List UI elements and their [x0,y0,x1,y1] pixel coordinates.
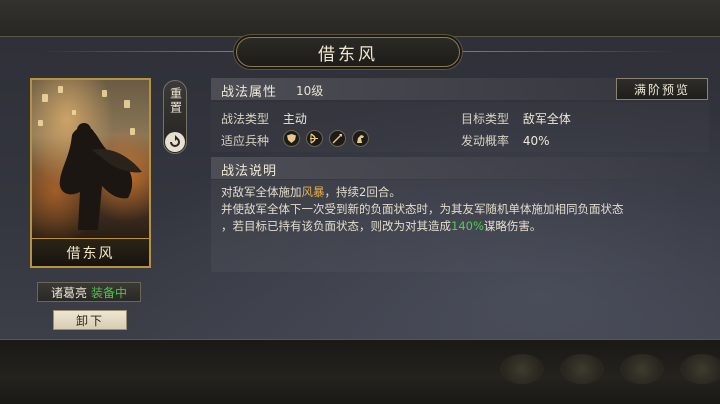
target-type-row: 目标类型 敌军全体 [461,110,571,127]
trigger-rate-label: 发动概率 [461,134,510,148]
description-header: 战法说明 [211,157,709,179]
trigger-rate-row: 发动概率 40% [461,132,550,149]
background-bottom [0,340,720,404]
reset-label: 重置 [168,87,183,115]
general-name: 诸葛亮 [50,285,87,300]
description-text: 对敌军全体施加 [221,185,302,199]
target-type-label: 目标类型 [461,112,510,126]
skill-card-name-band: 借东风 [32,238,149,266]
troop-type-label: 适应兵种 [221,134,270,148]
shield-icon [283,130,300,147]
damage-percent: 140% [451,219,484,233]
description-line: 对敌军全体施加风暴，持续2回合。 [221,184,711,201]
background-item [560,354,604,384]
title-plaque: 借东风 [236,37,460,67]
trigger-rate-value: 40% [522,134,550,148]
reset-arrow-icon [165,132,185,152]
background-item [620,354,664,384]
skill-card-name: 借东风 [66,245,115,262]
description-text: ，持续2回合。 [324,185,401,199]
description-text: 谋略伤害。 [483,219,542,233]
description-title: 战法说明 [221,164,278,179]
horse-icon [352,130,369,147]
description-line: 并使敌军全体下一次受到新的负面状态时，为其友军随机单体施加相同负面状态 [221,202,624,216]
description-line: ，若目标已持有该负面状态，则改为对其造成140%谋略伤害。 [221,218,711,235]
background-item [500,354,544,384]
skill-description: 对敌军全体施加风暴，持续2回合。 并使敌军全体下一次受到新的负面状态时，为其友军… [221,184,711,235]
unload-button[interactable]: 卸下 [53,310,127,330]
target-type-value: 敌军全体 [522,112,571,126]
title-divider-left [40,51,236,52]
skill-type-label: 战法类型 [221,112,270,126]
attributes-title: 战法属性 [221,85,278,100]
description-text: ，若目标已持有该负面状态，则改为对其造成 [221,219,451,233]
spear-icon [329,130,346,147]
skill-level: 10级 [296,84,324,98]
equip-status: 装备中 [91,285,128,300]
skill-type-row: 战法类型 主动 [221,110,307,127]
background-item [680,354,720,384]
reset-button[interactable]: 重置 [163,80,187,154]
max-preview-button[interactable]: 满阶预览 [616,78,708,100]
skill-card-art [32,80,149,238]
background-top [0,0,720,36]
troop-icons [283,130,369,147]
bow-icon [306,130,323,147]
equipped-general: 诸葛亮 装备中 [37,282,141,302]
skill-card[interactable]: 借东风 [30,78,151,268]
skill-type-value: 主动 [282,112,307,126]
troop-type-row: 适应兵种 [221,132,279,149]
title-divider-right [460,51,680,52]
page-title: 借东风 [318,44,378,65]
storm-keyword[interactable]: 风暴 [302,185,325,199]
